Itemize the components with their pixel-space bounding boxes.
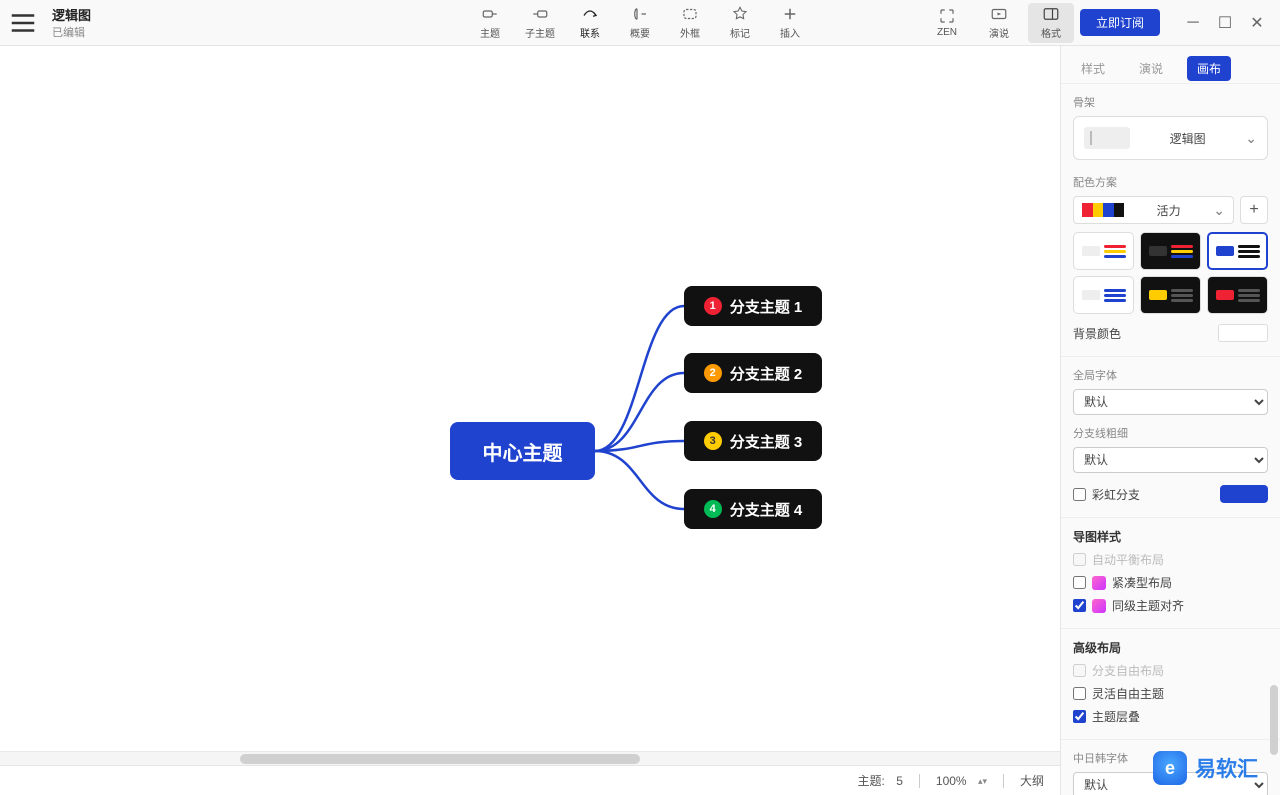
chevron-down-icon: ⌄ <box>1245 130 1257 147</box>
tb-topic[interactable]: 主题 <box>467 3 513 43</box>
skeleton-icon <box>1084 127 1130 149</box>
add-scheme-button[interactable]: + <box>1240 196 1268 224</box>
branch-topic-2[interactable]: 2分支主题 2 <box>684 353 822 393</box>
bgcolor-title: 背景颜色 <box>1073 325 1121 342</box>
autobalance-checkbox <box>1073 553 1086 566</box>
branch-topic-3[interactable]: 3分支主题 3 <box>684 421 822 461</box>
toolbar-center: 主题 子主题 联系 概要 外框 标记 插入 <box>467 3 813 43</box>
doc-status: 已编辑 <box>52 24 91 40</box>
top-toolbar: 逻辑图 已编辑 主题 子主题 联系 概要 外框 标记 插入 ZEN 演说 格式 … <box>0 0 1280 46</box>
pro-icon <box>1092 576 1106 590</box>
menu-button[interactable] <box>8 8 38 38</box>
rainbow-checkbox[interactable] <box>1073 488 1086 501</box>
subscribe-button[interactable]: 立即订阅 <box>1080 9 1160 36</box>
panel-tab-style[interactable]: 样式 <box>1071 56 1115 81</box>
window-maximize[interactable]: ☐ <box>1218 16 1232 30</box>
format-panel: 样式 演说 画布 骨架 逻辑图 ⌄ 配色方案 活力 <box>1060 46 1280 795</box>
skeleton-select[interactable]: 逻辑图 ⌄ <box>1073 116 1268 160</box>
mindmap-canvas[interactable]: 中心主题 1分支主题 1 2分支主题 2 3分支主题 3 4分支主题 4 <box>0 46 1060 751</box>
theme-preset-1[interactable] <box>1073 232 1134 270</box>
branchwidth-select[interactable]: 默认 <box>1073 447 1268 473</box>
tb-pitch[interactable]: 演说 <box>976 3 1022 43</box>
zoom-control[interactable]: 100% ▴▾ <box>936 774 987 788</box>
align-checkbox[interactable] <box>1073 599 1086 612</box>
horiz-scrollbar[interactable] <box>0 751 1060 765</box>
toolbar-right: ZEN 演说 格式 立即订阅 ─ ☐ ✕ <box>924 3 1272 43</box>
mapstyle-title: 导图样式 <box>1073 528 1268 545</box>
theme-preset-2[interactable] <box>1140 232 1201 270</box>
overlap-checkbox[interactable] <box>1073 710 1086 723</box>
doc-info: 逻辑图 已编辑 <box>48 5 91 40</box>
doc-title: 逻辑图 <box>52 5 91 24</box>
chevron-down-icon: ⌄ <box>1213 202 1225 219</box>
branchwidth-title: 分支线粗细 <box>1073 425 1268 441</box>
panel-tab-canvas[interactable]: 画布 <box>1187 56 1231 81</box>
cjkfont-select[interactable]: 默认 <box>1073 772 1268 795</box>
tb-boundary[interactable]: 外框 <box>667 3 713 43</box>
branch-topic-1[interactable]: 1分支主题 1 <box>684 286 822 326</box>
theme-preset-6[interactable] <box>1207 276 1268 314</box>
freebranch-checkbox <box>1073 664 1086 677</box>
rainbow-preview[interactable] <box>1220 485 1268 503</box>
advanced-title: 高级布局 <box>1073 639 1268 656</box>
tb-insert[interactable]: 插入 <box>767 3 813 43</box>
globalfont-title: 全局字体 <box>1073 367 1268 383</box>
tb-zen[interactable]: ZEN <box>924 3 970 43</box>
globalfont-select[interactable]: 默认 <box>1073 389 1268 415</box>
outline-button[interactable]: 大纲 <box>1020 772 1044 789</box>
tb-subtopic[interactable]: 子主题 <box>517 3 563 43</box>
theme-preset-5[interactable] <box>1140 276 1201 314</box>
branch-topic-4[interactable]: 4分支主题 4 <box>684 489 822 529</box>
window-close[interactable]: ✕ <box>1250 16 1264 30</box>
tb-marker[interactable]: 标记 <box>717 3 763 43</box>
theme-preset-4[interactable] <box>1073 276 1134 314</box>
tb-summary[interactable]: 概要 <box>617 3 663 43</box>
status-topic-count: 主题: 5 <box>858 772 903 789</box>
panel-tab-pitch[interactable]: 演说 <box>1129 56 1173 81</box>
tb-relationship[interactable]: 联系 <box>567 3 613 43</box>
bgcolor-picker[interactable] <box>1218 324 1268 342</box>
window-minimize[interactable]: ─ <box>1186 16 1200 30</box>
compact-checkbox[interactable] <box>1073 576 1086 589</box>
colorscheme-select[interactable]: 活力 ⌄ <box>1073 196 1234 224</box>
colorscheme-title: 配色方案 <box>1073 174 1268 190</box>
skeleton-title: 骨架 <box>1073 94 1268 110</box>
panel-scrollbar[interactable] <box>1268 84 1280 795</box>
theme-preset-3[interactable] <box>1207 232 1268 270</box>
pro-icon <box>1092 599 1106 613</box>
status-bar: 主题: 5 100% ▴▾ 大纲 <box>0 765 1060 795</box>
freetopic-checkbox[interactable] <box>1073 687 1086 700</box>
tb-format[interactable]: 格式 <box>1028 3 1074 43</box>
cjkfont-title: 中日韩字体 <box>1073 750 1268 766</box>
central-topic[interactable]: 中心主题 <box>450 422 595 480</box>
